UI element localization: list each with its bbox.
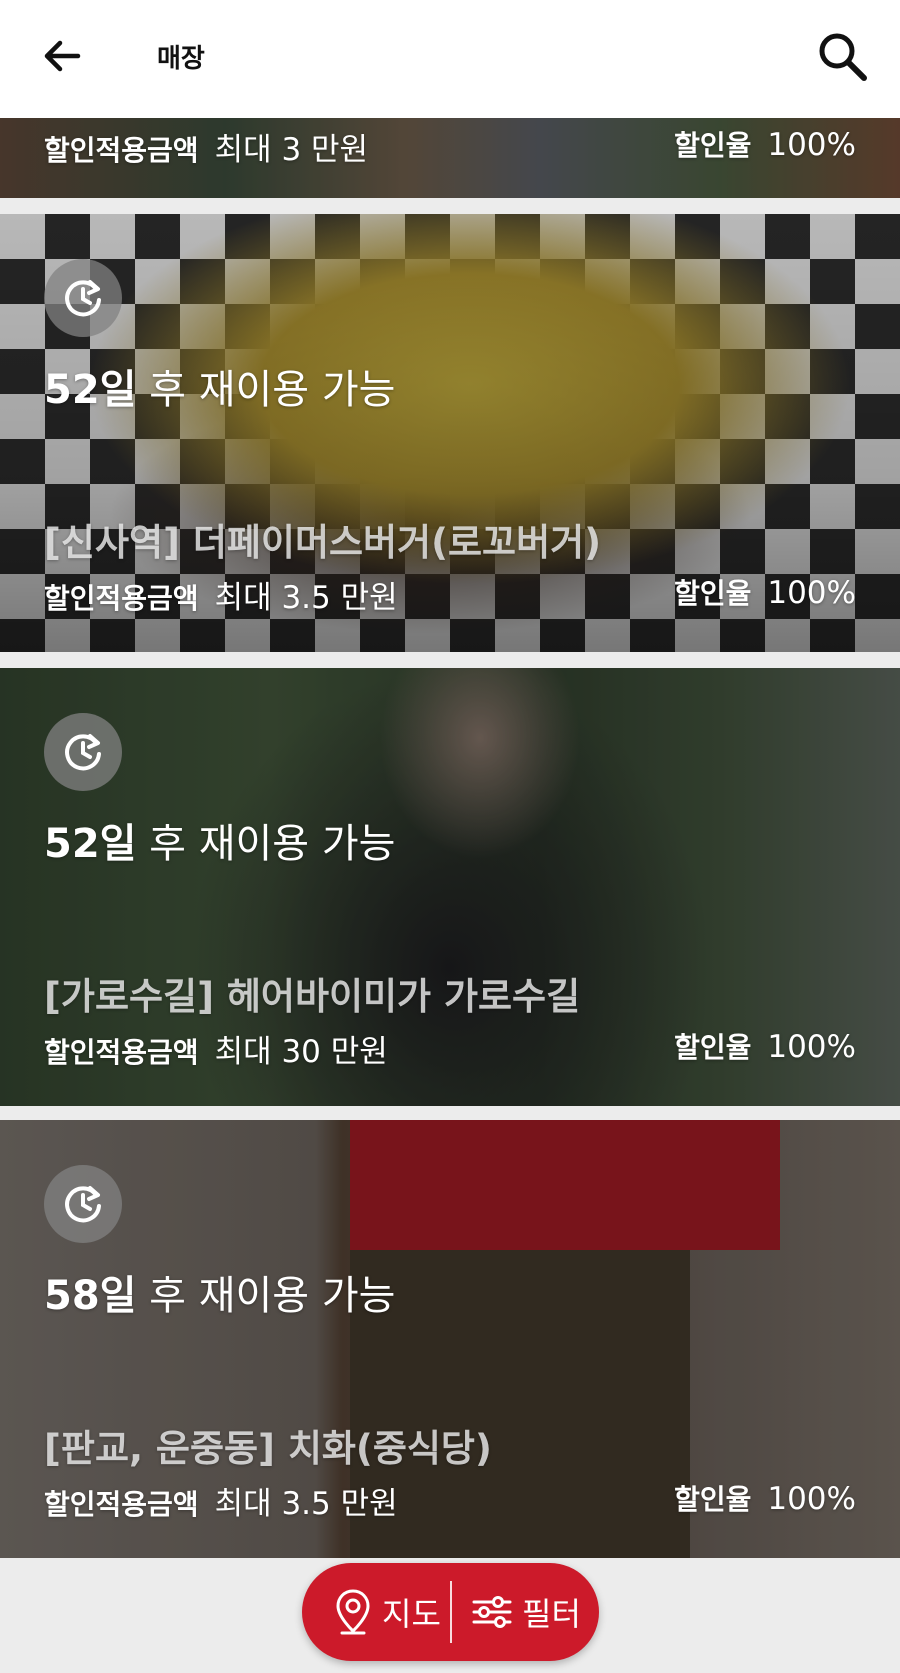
app-header: 매장 [0, 0, 900, 118]
filter-label: 필터 [522, 1595, 581, 1633]
discount-rate-value: 100% [767, 1481, 856, 1517]
reuse-days: 52일 [44, 367, 137, 413]
map-label: 지도 [382, 1595, 441, 1633]
discount-amount-value: 최대 3.5 만원 [214, 580, 398, 616]
back-button[interactable] [36, 30, 88, 82]
reuse-suffix: 후 재이용 가능 [136, 821, 396, 867]
discount-amount-label: 할인적용금액 [44, 582, 199, 615]
search-button[interactable] [814, 28, 870, 84]
reuse-clock-icon [44, 1165, 122, 1243]
arrow-left-icon [44, 40, 81, 72]
store-card[interactable]: 52일 후 재이용 가능 [신사역] 더페이머스버거(로꼬버거) 할인적용금액 최… [0, 214, 900, 652]
store-card[interactable]: 52일 후 재이용 가능 [가로수길] 헤어바이미가 가로수길 할인적용금액 최대… [0, 668, 900, 1106]
store-card[interactable]: 58일 후 재이용 가능 [판교, 운중동] 치화(중식당) 할인적용금액 최대 … [0, 1120, 900, 1558]
discount-amount-label: 할인적용금액 [44, 1488, 199, 1521]
map-pin-icon [336, 1589, 370, 1635]
reuse-suffix: 후 재이용 가능 [136, 1273, 396, 1319]
discount-amount-value: 최대 3 만원 [214, 132, 369, 168]
store-name: [신사역] 더페이머스버거(로꼬버거) [44, 521, 602, 564]
reuse-status: 58일 후 재이용 가능 [44, 1263, 395, 1321]
reuse-days: 58일 [44, 1273, 137, 1319]
discount-rate-label: 할인율 [674, 129, 752, 162]
page-title: 매장 [157, 44, 205, 74]
filter-button[interactable]: 필터 [452, 1563, 581, 1661]
store-name: [가로수길] 헤어바이미가 가로수길 [44, 975, 581, 1018]
discount-rate-value: 100% [767, 1029, 856, 1065]
search-icon [819, 33, 867, 81]
map-button[interactable]: 지도 [302, 1563, 450, 1661]
reuse-status: 52일 후 재이용 가능 [44, 357, 395, 415]
store-name: [판교, 운중동] 치화(중식당) [44, 1427, 492, 1470]
discount-amount-label: 할인적용금액 [44, 1036, 199, 1069]
discount-amount-value: 최대 30 만원 [214, 1034, 388, 1070]
sliders-icon [472, 1596, 512, 1628]
store-info-row: 할인적용금액 최대 3 만원 할인율 100% [44, 124, 856, 168]
discount-rate-label: 할인율 [674, 577, 752, 610]
reuse-clock-icon [44, 259, 122, 337]
discount-rate-label: 할인율 [674, 1031, 752, 1064]
reuse-clock-icon [44, 713, 122, 791]
discount-amount-label: 할인적용금액 [44, 134, 199, 167]
reuse-days: 52일 [44, 821, 137, 867]
discount-amount-value: 최대 3.5 만원 [214, 1486, 398, 1522]
discount-rate-value: 100% [767, 575, 856, 611]
store-info-row: 할인적용금액 최대 3.5 만원 할인율 100% [44, 1478, 856, 1522]
map-filter-pill: 지도 필터 [302, 1563, 599, 1661]
store-info-row: 할인적용금액 최대 3.5 만원 할인율 100% [44, 572, 856, 616]
reuse-status: 52일 후 재이용 가능 [44, 811, 395, 869]
discount-rate-value: 100% [767, 127, 856, 163]
store-info-row: 할인적용금액 최대 30 만원 할인율 100% [44, 1026, 856, 1070]
discount-rate-label: 할인율 [674, 1483, 752, 1516]
store-card[interactable]: 할인적용금액 최대 3 만원 할인율 100% [0, 118, 900, 198]
reuse-suffix: 후 재이용 가능 [136, 367, 396, 413]
